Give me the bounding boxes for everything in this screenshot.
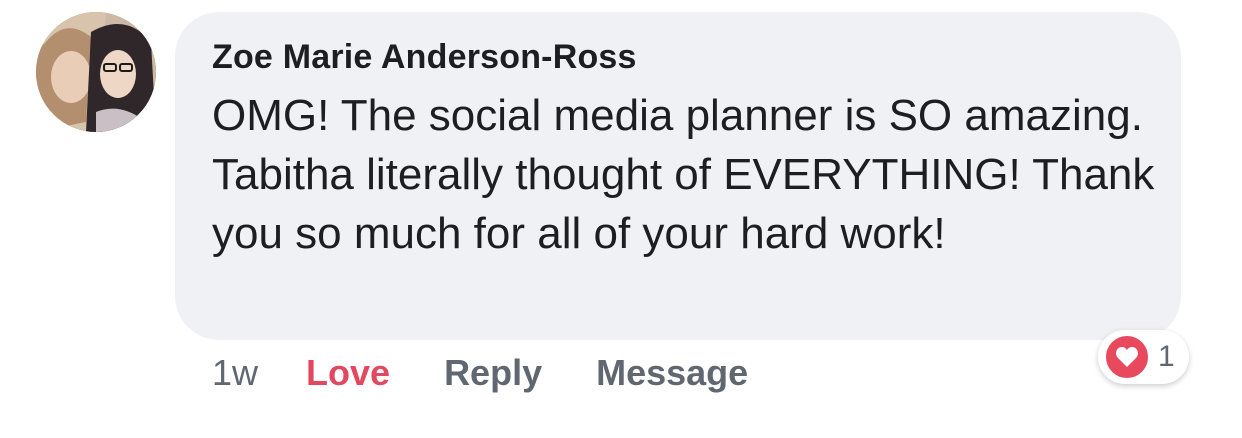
avatar[interactable] (36, 12, 156, 132)
comment-timestamp[interactable]: 1w (212, 352, 258, 394)
reaction-badge[interactable]: 1 (1098, 330, 1189, 384)
reply-button[interactable]: Reply (444, 352, 542, 394)
comment-text: OMG! The social media planner is SO amaz… (212, 91, 1155, 258)
reaction-count: 1 (1158, 340, 1175, 373)
comment-author[interactable]: Zoe Marie Anderson-Ross (212, 38, 637, 77)
comment-actions: 1w Love Reply Message (212, 350, 802, 396)
message-button[interactable]: Message (596, 352, 748, 394)
love-button[interactable]: Love (306, 352, 390, 394)
avatar-photo (36, 12, 156, 132)
heart-icon (1104, 334, 1150, 380)
